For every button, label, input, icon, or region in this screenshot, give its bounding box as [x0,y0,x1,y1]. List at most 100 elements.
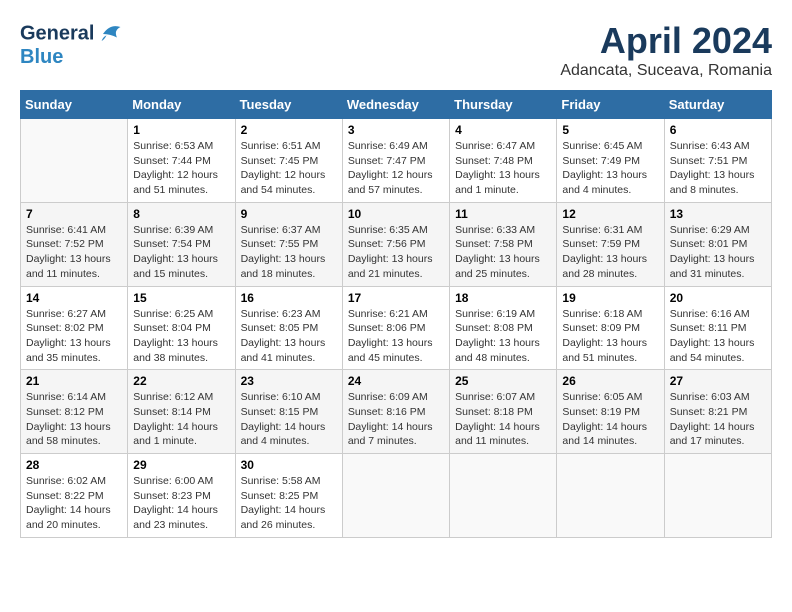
weekday-header-thursday: Thursday [450,91,557,119]
sunrise-text: Sunrise: 6:09 AM [348,391,428,403]
day-info: Sunrise: 6:47 AMSunset: 7:48 PMDaylight:… [455,139,551,198]
sunrise-text: Sunrise: 6:33 AM [455,224,535,236]
daylight-text: Daylight: 13 hoursand 21 minutes. [348,253,433,280]
daylight-text: Daylight: 13 hoursand 1 minute. [455,169,540,196]
day-number: 20 [670,291,766,305]
calendar-cell: 4Sunrise: 6:47 AMSunset: 7:48 PMDaylight… [450,119,557,203]
sunrise-text: Sunrise: 6:07 AM [455,391,535,403]
day-info: Sunrise: 6:45 AMSunset: 7:49 PMDaylight:… [562,139,658,198]
sunset-text: Sunset: 7:47 PM [348,155,426,167]
calendar-cell: 3 Sunrise: 6:49 AMSunset: 7:47 PMDaylight… [342,119,449,203]
daylight-text: Daylight: 13 hoursand 45 minutes. [348,337,433,364]
weekday-header-tuesday: Tuesday [235,91,342,119]
sunrise-text: Sunrise: 6:37 AM [241,224,321,236]
day-number: 15 [133,291,229,305]
calendar-body: 1Sunrise: 6:53 AMSunset: 7:44 PMDaylight… [21,119,772,538]
sunrise-text: Sunrise: 6:43 AM [670,140,750,152]
daylight-text: Daylight: 12 hoursand 57 minutes. [348,169,433,196]
calendar-cell: 17Sunrise: 6:21 AMSunset: 8:06 PMDayligh… [342,286,449,370]
daylight-text: Daylight: 13 hoursand 8 minutes. [670,169,755,196]
sunrise-text: Sunrise: 6:10 AM [241,391,321,403]
sunset-text: Sunset: 8:16 PM [348,406,426,418]
day-info: Sunrise: 6:49 AMSunset: 7:47 PMDaylight:… [348,139,444,198]
calendar-cell: 9Sunrise: 6:37 AMSunset: 7:55 PMDaylight… [235,202,342,286]
day-info: Sunrise: 5:58 AMSunset: 8:25 PMDaylight:… [241,474,337,533]
calendar-cell: 30 Sunrise: 5:58 AMSunset: 8:25 PMDayligh… [235,454,342,538]
sunset-text: Sunset: 8:19 PM [562,406,640,418]
calendar-cell: 11Sunrise: 6:33 AMSunset: 7:58 PMDayligh… [450,202,557,286]
calendar-cell: 10Sunrise: 6:35 AMSunset: 7:56 PMDayligh… [342,202,449,286]
daylight-text: Daylight: 12 hoursand 54 minutes. [241,169,326,196]
day-number: 29 [133,458,229,472]
calendar-cell: 13Sunrise: 6:29 AMSunset: 8:01 PMDayligh… [664,202,771,286]
daylight-text: Daylight: 14 hoursand 11 minutes. [455,421,540,448]
daylight-text: Daylight: 14 hoursand 1 minute. [133,421,218,448]
calendar-cell: 1Sunrise: 6:53 AMSunset: 7:44 PMDaylight… [128,119,235,203]
day-info: Sunrise: 6:25 AMSunset: 8:04 PMDaylight:… [133,307,229,366]
sunrise-text: Sunrise: 6:35 AM [348,224,428,236]
sunset-text: Sunset: 8:18 PM [455,406,533,418]
logo-bird-icon [96,20,124,48]
sunset-text: Sunset: 7:49 PM [562,155,640,167]
sunset-text: Sunset: 7:45 PM [241,155,319,167]
daylight-text: Daylight: 14 hoursand 26 minutes. [241,504,326,531]
day-info: Sunrise: 6:23 AMSunset: 8:05 PMDaylight:… [241,307,337,366]
day-info: Sunrise: 6:05 AMSunset: 8:19 PMDaylight:… [562,390,658,449]
sunset-text: Sunset: 7:55 PM [241,238,319,250]
day-info: Sunrise: 6:10 AMSunset: 8:15 PMDaylight:… [241,390,337,449]
sunrise-text: Sunrise: 6:05 AM [562,391,642,403]
sunset-text: Sunset: 8:08 PM [455,322,533,334]
day-info: Sunrise: 6:02 AMSunset: 8:22 PMDaylight:… [26,474,122,533]
day-number: 3 [348,123,444,137]
page-title: April 2024 [560,20,772,62]
weekday-header-monday: Monday [128,91,235,119]
calendar-cell: 28 Sunrise: 6:02 AMSunset: 8:22 PMDayligh… [21,454,128,538]
sunset-text: Sunset: 7:48 PM [455,155,533,167]
sunrise-text: Sunrise: 6:02 AM [26,475,106,487]
day-info: Sunrise: 6:03 AMSunset: 8:21 PMDaylight:… [670,390,766,449]
daylight-text: Daylight: 14 hoursand 4 minutes. [241,421,326,448]
sunrise-text: Sunrise: 6:31 AM [562,224,642,236]
day-number: 12 [562,207,658,221]
day-info: Sunrise: 6:51 AMSunset: 7:45 PMDaylight:… [241,139,337,198]
daylight-text: Daylight: 14 hoursand 7 minutes. [348,421,433,448]
calendar-cell: 26Sunrise: 6:05 AMSunset: 8:19 PMDayligh… [557,370,664,454]
day-number: 17 [348,291,444,305]
weekday-header-row: SundayMondayTuesdayWednesdayThursdayFrid… [21,91,772,119]
calendar-cell: 27 Sunrise: 6:03 AMSunset: 8:21 PMDayligh… [664,370,771,454]
calendar-cell [664,454,771,538]
calendar-cell: 6Sunrise: 6:43 AMSunset: 7:51 PMDaylight… [664,119,771,203]
daylight-text: Daylight: 14 hoursand 17 minutes. [670,421,755,448]
weekday-header-sunday: Sunday [21,91,128,119]
day-info: Sunrise: 6:18 AMSunset: 8:09 PMDaylight:… [562,307,658,366]
day-number: 22 [133,374,229,388]
calendar-cell [450,454,557,538]
day-number: 2 [241,123,337,137]
day-number: 30 [241,458,337,472]
sunrise-text: Sunrise: 6:53 AM [133,140,213,152]
sunset-text: Sunset: 8:09 PM [562,322,640,334]
logo-blue-text: Blue [20,46,124,68]
daylight-text: Daylight: 13 hoursand 48 minutes. [455,337,540,364]
day-number: 14 [26,291,122,305]
calendar-cell: 12Sunrise: 6:31 AMSunset: 7:59 PMDayligh… [557,202,664,286]
sunrise-text: Sunrise: 6:14 AM [26,391,106,403]
sunset-text: Sunset: 7:52 PM [26,238,104,250]
daylight-text: Daylight: 13 hoursand 11 minutes. [26,253,111,280]
daylight-text: Daylight: 12 hoursand 51 minutes. [133,169,218,196]
day-number: 18 [455,291,551,305]
day-number: 19 [562,291,658,305]
day-info: Sunrise: 6:35 AMSunset: 7:56 PMDaylight:… [348,223,444,282]
day-number: 27 [670,374,766,388]
day-info: Sunrise: 6:14 AMSunset: 8:12 PMDaylight:… [26,390,122,449]
calendar-week-3: 14Sunrise: 6:27 AMSunset: 8:02 PMDayligh… [21,286,772,370]
sunrise-text: Sunrise: 6:03 AM [670,391,750,403]
calendar-week-1: 1Sunrise: 6:53 AMSunset: 7:44 PMDaylight… [21,119,772,203]
sunset-text: Sunset: 8:04 PM [133,322,211,334]
daylight-text: Daylight: 13 hoursand 58 minutes. [26,421,111,448]
sunrise-text: Sunrise: 6:45 AM [562,140,642,152]
sunrise-text: Sunrise: 6:12 AM [133,391,213,403]
day-number: 28 [26,458,122,472]
page-subtitle: Adancata, Suceava, Romania [560,62,772,80]
day-number: 9 [241,207,337,221]
